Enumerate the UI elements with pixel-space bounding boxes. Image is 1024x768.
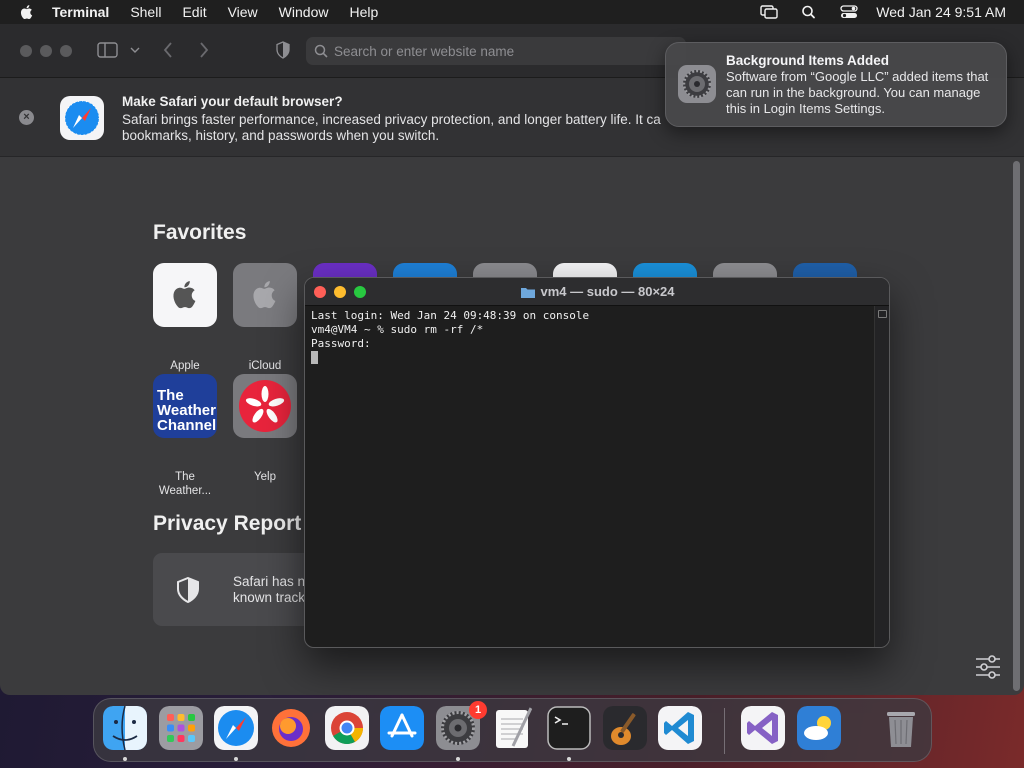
notification-badge: 1 <box>469 701 487 719</box>
weather-logo-line: Weather <box>157 402 216 419</box>
favorite-yelp-tile[interactable] <box>233 374 297 438</box>
chrome-icon[interactable] <box>325 706 369 750</box>
favorite-apple-label: Apple <box>170 360 200 372</box>
sidebar-toggle-icon[interactable] <box>97 41 119 59</box>
running-indicator <box>567 757 571 761</box>
page-scrollbar[interactable] <box>1013 161 1020 691</box>
minimize-button[interactable] <box>40 45 52 57</box>
folder-icon <box>521 288 536 298</box>
yelp-logo-icon <box>239 380 291 432</box>
address-bar-placeholder: Search or enter website name <box>334 43 515 59</box>
system-settings-gear-icon <box>678 65 716 103</box>
menu-window[interactable]: Window <box>279 4 329 20</box>
banner-title: Make Safari your default browser? <box>122 94 343 109</box>
apple-menu-icon[interactable] <box>18 3 36 21</box>
menu-shell[interactable]: Shell <box>130 4 161 20</box>
terminal-line: Password: <box>311 337 371 350</box>
apple-logo-icon <box>173 281 196 309</box>
favorite-yelp-label: Yelp <box>254 471 276 483</box>
back-icon[interactable] <box>162 41 174 59</box>
privacy-text-line: Safari has n <box>233 574 306 589</box>
notification-title: Background Items Added <box>726 53 890 68</box>
privacy-report-heading: Privacy Report <box>153 512 302 535</box>
favorite-icloud-tile[interactable] <box>233 263 297 327</box>
menu-view[interactable]: View <box>228 4 258 20</box>
textedit-icon[interactable] <box>491 706 535 750</box>
running-indicator <box>234 757 238 761</box>
favorite-apple-tile[interactable] <box>153 263 217 327</box>
menu-bar: Terminal Shell Edit View Window Help Wed… <box>0 0 1024 24</box>
background-items-notification[interactable]: Background Items Added Software from “Go… <box>665 42 1007 127</box>
terminal-scrollbar[interactable] <box>874 306 889 647</box>
spotlight-search-icon[interactable] <box>800 5 818 19</box>
control-center-icon[interactable] <box>840 5 858 19</box>
terminal-line: vm4@VM4 ~ % sudo rm -rf /* <box>311 323 484 336</box>
trash-icon[interactable] <box>879 706 923 750</box>
banner-text-line-1: Safari brings faster performance, increa… <box>122 112 661 127</box>
running-indicator <box>456 757 460 761</box>
notification-body: Software from “Google LLC” added items t… <box>726 69 989 116</box>
weather-icon[interactable] <box>797 706 841 750</box>
running-indicator <box>123 757 127 761</box>
dock: 1 <box>93 698 932 762</box>
safari-compass-icon <box>60 96 104 140</box>
screen-mirroring-icon[interactable] <box>760 5 778 19</box>
finder-icon[interactable] <box>103 706 147 750</box>
terminal-window: vm4 — sudo — 80×24 Last login: Wed Jan 2… <box>304 277 890 648</box>
terminal-cursor-line <box>311 351 589 366</box>
terminal-cursor <box>311 351 318 364</box>
terminal-title: vm4 — sudo — 80×24 <box>305 278 889 306</box>
dock-separator <box>724 708 725 754</box>
close-button[interactable] <box>20 45 32 57</box>
visual-studio-icon[interactable] <box>741 706 785 750</box>
zoom-button[interactable] <box>60 45 72 57</box>
firefox-icon[interactable] <box>269 706 313 750</box>
privacy-report-text: Safari has n known track <box>233 574 305 606</box>
menu-app-name[interactable]: Terminal <box>52 4 109 20</box>
privacy-text-line: known track <box>233 590 306 605</box>
app-store-icon[interactable] <box>380 706 424 750</box>
privacy-shield-icon[interactable] <box>275 41 291 59</box>
vscode-icon[interactable] <box>658 706 702 750</box>
menu-edit[interactable]: Edit <box>182 4 206 20</box>
menu-help[interactable]: Help <box>349 4 378 20</box>
safari-icon[interactable] <box>214 706 258 750</box>
chevron-down-icon[interactable] <box>130 46 140 54</box>
shield-icon <box>177 577 199 603</box>
weather-logo-line: Channel <box>157 417 217 434</box>
search-icon <box>314 44 328 58</box>
terminal-icon[interactable] <box>547 706 591 750</box>
banner-text-line-2: bookmarks, history, and passwords when y… <box>122 128 440 143</box>
scroll-marker-icon <box>878 310 887 318</box>
banner-close-button[interactable]: × <box>19 110 34 125</box>
weather-label-line: Weather... <box>158 485 212 497</box>
address-bar[interactable]: Search or enter website name <box>306 37 686 65</box>
weather-logo-line: The <box>157 387 184 404</box>
banner-text: Safari brings faster performance, increa… <box>122 112 667 144</box>
terminal-titlebar[interactable]: vm4 — sudo — 80×24 <box>305 278 889 306</box>
weather-label-line: The <box>175 471 195 483</box>
terminal-line: Last login: Wed Jan 24 09:48:39 on conso… <box>311 309 590 322</box>
favorite-icloud-label: iCloud <box>248 360 282 372</box>
weather-channel-logo: The Weather Channel <box>157 388 216 433</box>
favorite-weather-channel-tile[interactable]: The Weather Channel <box>153 374 217 438</box>
favorites-heading: Favorites <box>153 221 247 244</box>
terminal-content[interactable]: Last login: Wed Jan 24 09:48:39 on conso… <box>311 309 589 366</box>
garageband-icon[interactable] <box>603 706 647 750</box>
terminal-title-text: vm4 — sudo — 80×24 <box>540 284 675 299</box>
customize-start-page-icon[interactable] <box>974 655 1002 679</box>
forward-icon[interactable] <box>198 41 210 59</box>
apple-logo-icon <box>253 281 276 309</box>
menu-clock[interactable]: Wed Jan 24 9:51 AM <box>876 4 1006 20</box>
favorite-weather-label: The Weather... <box>145 470 225 498</box>
launchpad-icon[interactable] <box>159 706 203 750</box>
